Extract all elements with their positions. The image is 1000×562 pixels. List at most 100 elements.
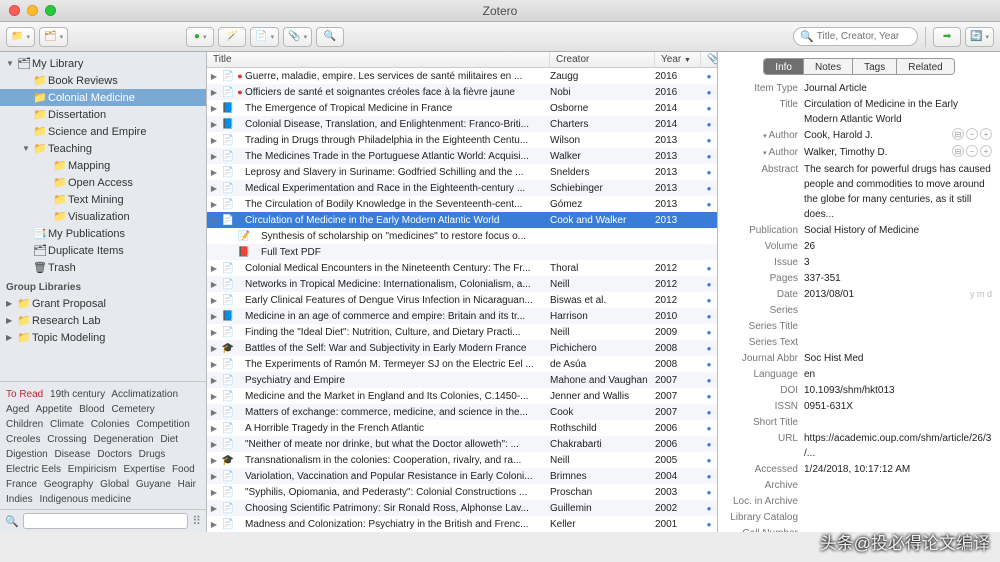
field-call_number[interactable]: Call Number [726,526,992,532]
tag-drugs[interactable]: Drugs [139,449,166,460]
item-row[interactable]: ▶📘Colonial Disease, Translation, and Enl… [207,116,717,132]
item-row[interactable]: ▶📄Choosing Scientific Patrimony: Sir Ron… [207,500,717,516]
collection-duplicate-items[interactable]: 🗂Duplicate Items [0,242,206,259]
field-value[interactable]: The search for powerful drugs has caused… [804,162,992,222]
collection-science-and-empire[interactable]: 📁Science and Empire [0,123,206,140]
disclosure-triangle[interactable]: ▶ [207,120,221,129]
tag-hair[interactable]: Hair [178,479,196,490]
item-row[interactable]: 📝Synthesis of scholarship on "medicines"… [207,228,717,244]
tag-empiricism[interactable]: Empiricism [68,464,117,475]
disclosure-triangle[interactable]: ▶ [207,152,221,161]
field-value[interactable]: Journal Article [804,81,992,96]
sync-button[interactable]: 🔄 [965,27,994,47]
field-value[interactable]: Social History of Medicine [804,223,992,238]
tag-food[interactable]: Food [172,464,195,475]
col-year[interactable]: Year ▼ [655,52,701,67]
field-author2[interactable]: AuthorWalker, Timothy D.⊟−+ [726,145,992,161]
tag-selector[interactable]: To Read 19th century Acclimatization Age… [0,381,206,509]
new-collection-button[interactable]: 📁 [6,27,35,47]
locate-button[interactable]: ➡ [933,27,961,47]
item-row[interactable]: ▶📄●Guerre, maladie, empire. Les services… [207,68,717,84]
field-value[interactable]: Cook, Harold J. [804,128,952,144]
quick-search[interactable]: 🔍 [793,27,918,46]
field-url[interactable]: URLhttps://academic.oup.com/shm/article/… [726,431,992,461]
tag-digestion[interactable]: Digestion [6,449,48,460]
disclosure-triangle[interactable]: ▶ [207,88,221,97]
item-row[interactable]: ▶📄Early Clinical Features of Dengue Viru… [207,292,717,308]
disclosure-triangle[interactable]: ▶ [207,312,221,321]
field-value[interactable] [804,303,992,318]
field-value[interactable]: 10.1093/shm/hkt013 [804,383,992,398]
field-author1[interactable]: AuthorCook, Harold J.⊟−+ [726,128,992,144]
field-pages[interactable]: Pages337-351 [726,271,992,286]
collection-mapping[interactable]: 📁Mapping [0,157,206,174]
tag-degeneration[interactable]: Degeneration [94,434,154,445]
field-series_title[interactable]: Series Title [726,319,992,334]
field-value[interactable]: 1/24/2018, 10:17:12 AM [804,462,992,477]
tag-to-read[interactable]: To Read [6,389,43,400]
advanced-search-button[interactable]: 🔍 [316,27,344,47]
item-row[interactable]: ▶📄"Neither of meate nor drinke, but what… [207,436,717,452]
tag-electric-eels[interactable]: Electric Eels [6,464,61,475]
disclosure-triangle[interactable]: ▶ [207,328,221,337]
field-date[interactable]: Date2013/08/01y m d [726,287,992,302]
col-attachment[interactable]: 📎 [701,52,717,67]
tag-diet[interactable]: Diet [160,434,178,445]
window-minimize-button[interactable] [27,5,38,16]
disclosure-triangle[interactable]: ▶ [207,472,221,481]
disclosure-triangle[interactable]: ▶ [207,520,221,529]
field-value[interactable]: Circulation of Medicine in the Early Mod… [804,97,992,127]
tag-crossing[interactable]: Crossing [47,434,86,445]
disclosure-triangle[interactable]: ▶ [207,280,221,289]
field-value[interactable]: 2013/08/01 [804,287,970,302]
disclosure-triangle[interactable]: ▶ [207,104,221,113]
group-research-lab[interactable]: ▶📁Research Lab [0,312,206,329]
item-row[interactable]: ▼📄Circulation of Medicine in the Early M… [207,212,717,228]
item-row[interactable]: ▶📄A Horrible Tragedy in the French Atlan… [207,420,717,436]
disclosure-triangle[interactable]: ▶ [207,200,221,209]
field-value[interactable] [804,526,992,532]
tab-info[interactable]: Info [764,59,804,74]
tag-france[interactable]: France [6,479,37,490]
disclosure-triangle[interactable]: ▶ [207,168,221,177]
tag-19th-century[interactable]: 19th century [50,389,105,400]
field-doi[interactable]: DOI10.1093/shm/hkt013 [726,383,992,398]
field-issue[interactable]: Issue3 [726,255,992,270]
item-row[interactable]: ▶📄Medicine and the Market in England and… [207,388,717,404]
col-creator[interactable]: Creator [550,52,655,67]
field-accessed[interactable]: Accessed1/24/2018, 10:17:12 AM [726,462,992,477]
disclosure-triangle[interactable]: ▶ [207,504,221,513]
tab-notes[interactable]: Notes [804,59,853,74]
field-value[interactable] [804,319,992,334]
tag-geography[interactable]: Geography [44,479,93,490]
tag-climate[interactable]: Climate [50,419,84,430]
group-grant-proposal[interactable]: ▶📁Grant Proposal [0,295,206,312]
disclosure-triangle[interactable]: ▶ [207,440,221,449]
field-value[interactable] [804,510,992,525]
new-item-button[interactable]: ● [186,27,214,47]
item-row[interactable]: ▶📄"Syphilis, Opiomania, and Pederasty": … [207,484,717,500]
tag-blood[interactable]: Blood [79,404,105,415]
disclosure-triangle[interactable]: ▶ [207,360,221,369]
tag-indigenous-medicine[interactable]: Indigenous medicine [39,494,131,505]
field-value[interactable]: 26 [804,239,992,254]
creator-controls[interactable]: ⊟−+ [952,145,992,161]
item-row[interactable]: ▶📄Trading in Drugs through Philadelphia … [207,132,717,148]
tab-related[interactable]: Related [897,59,953,74]
field-loc_archive[interactable]: Loc. in Archive [726,494,992,509]
disclosure-triangle[interactable]: ▶ [207,456,221,465]
disclosure-triangle[interactable]: ▶ [207,184,221,193]
tag-indies[interactable]: Indies [6,494,33,505]
quick-search-input[interactable] [817,31,911,42]
tag-guyane[interactable]: Guyane [136,479,171,490]
creator-controls[interactable]: ⊟−+ [952,128,992,144]
tab-tags[interactable]: Tags [853,59,897,74]
tag-menu-button[interactable]: ⠿ [192,514,201,528]
collection-dissertation[interactable]: 📁Dissertation [0,106,206,123]
tag-acclimatization[interactable]: Acclimatization [111,389,178,400]
tag-children[interactable]: Children [6,419,43,430]
disclosure-triangle[interactable]: ▶ [207,424,221,433]
field-value[interactable]: Soc Hist Med [804,351,992,366]
add-by-identifier-button[interactable]: 🪄 [218,27,246,47]
disclosure-triangle[interactable]: ▶ [207,488,221,497]
